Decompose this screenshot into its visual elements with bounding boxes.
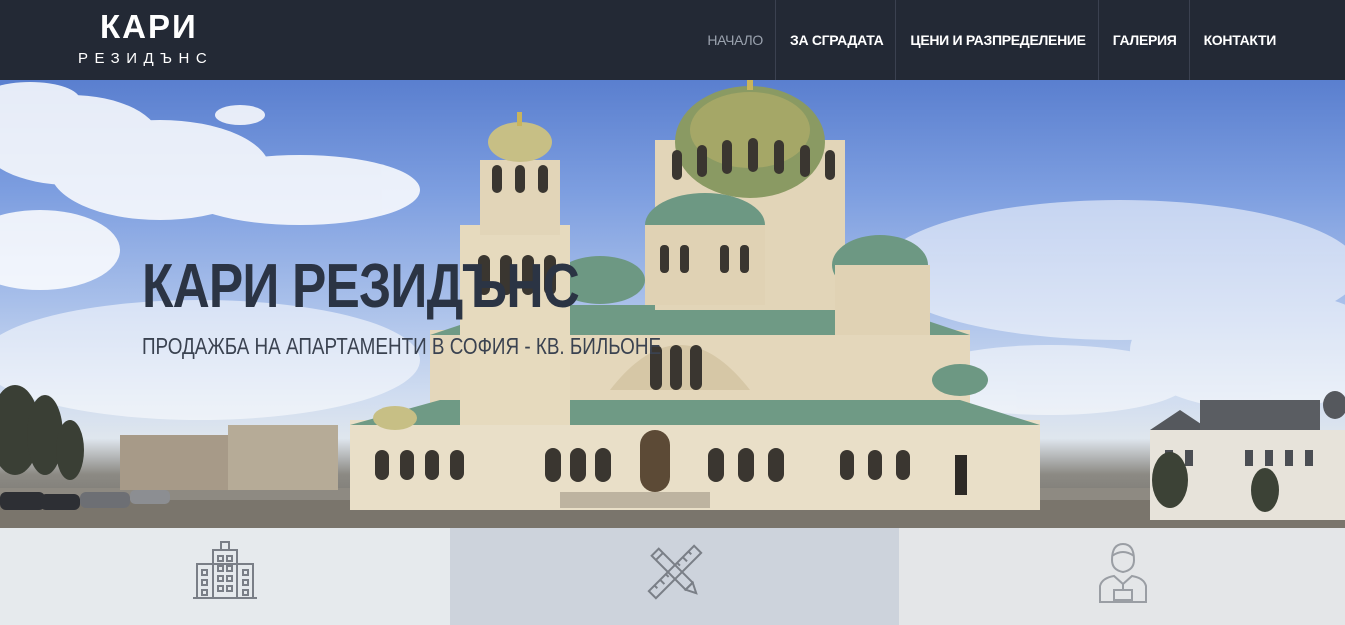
feature-building[interactable] <box>0 528 450 625</box>
architect-person-icon <box>1099 542 1147 603</box>
building-icon <box>193 541 257 599</box>
nav-item-home[interactable]: НАЧАЛО <box>693 0 776 80</box>
site-header: КАРИ РЕЗИДЪНС НАЧАЛО ЗА СГРАДАТА ЦЕНИ И … <box>0 0 1345 80</box>
logo-house-icon <box>128 32 137 42</box>
pencil-ruler-icon <box>646 544 703 600</box>
logo[interactable]: КАРИ РЕЗИДЪНС <box>78 10 238 70</box>
nav-item-prices[interactable]: ЦЕНИ И РАЗПРЕДЕЛЕНИЕ <box>896 0 1099 80</box>
hero-title: КАРИ РЕЗИДЪНС <box>142 252 580 321</box>
nav-item-contacts[interactable]: КОНТАКТИ <box>1190 0 1288 80</box>
logo-main-text: КАРИ <box>100 8 198 45</box>
logo-sub-text: РЕЗИДЪНС <box>78 50 214 67</box>
feature-architect[interactable] <box>899 528 1345 625</box>
main-nav: НАЧАЛО ЗА СГРАДАТА ЦЕНИ И РАЗПРЕДЕЛЕНИЕ … <box>693 0 1288 80</box>
hero-subtitle: ПРОДАЖБА НА АПАРТАМЕНТИ В СОФИЯ - КВ. БИ… <box>142 333 662 359</box>
nav-item-gallery[interactable]: ГАЛЕРИЯ <box>1099 0 1190 80</box>
nav-item-about-building[interactable]: ЗА СГРАДАТА <box>776 0 897 80</box>
feature-strip <box>0 528 1345 625</box>
feature-design[interactable] <box>450 528 899 625</box>
hero-banner: КАРИ РЕЗИДЪНС ПРОДАЖБА НА АПАРТАМЕНТИ В … <box>0 80 1345 528</box>
